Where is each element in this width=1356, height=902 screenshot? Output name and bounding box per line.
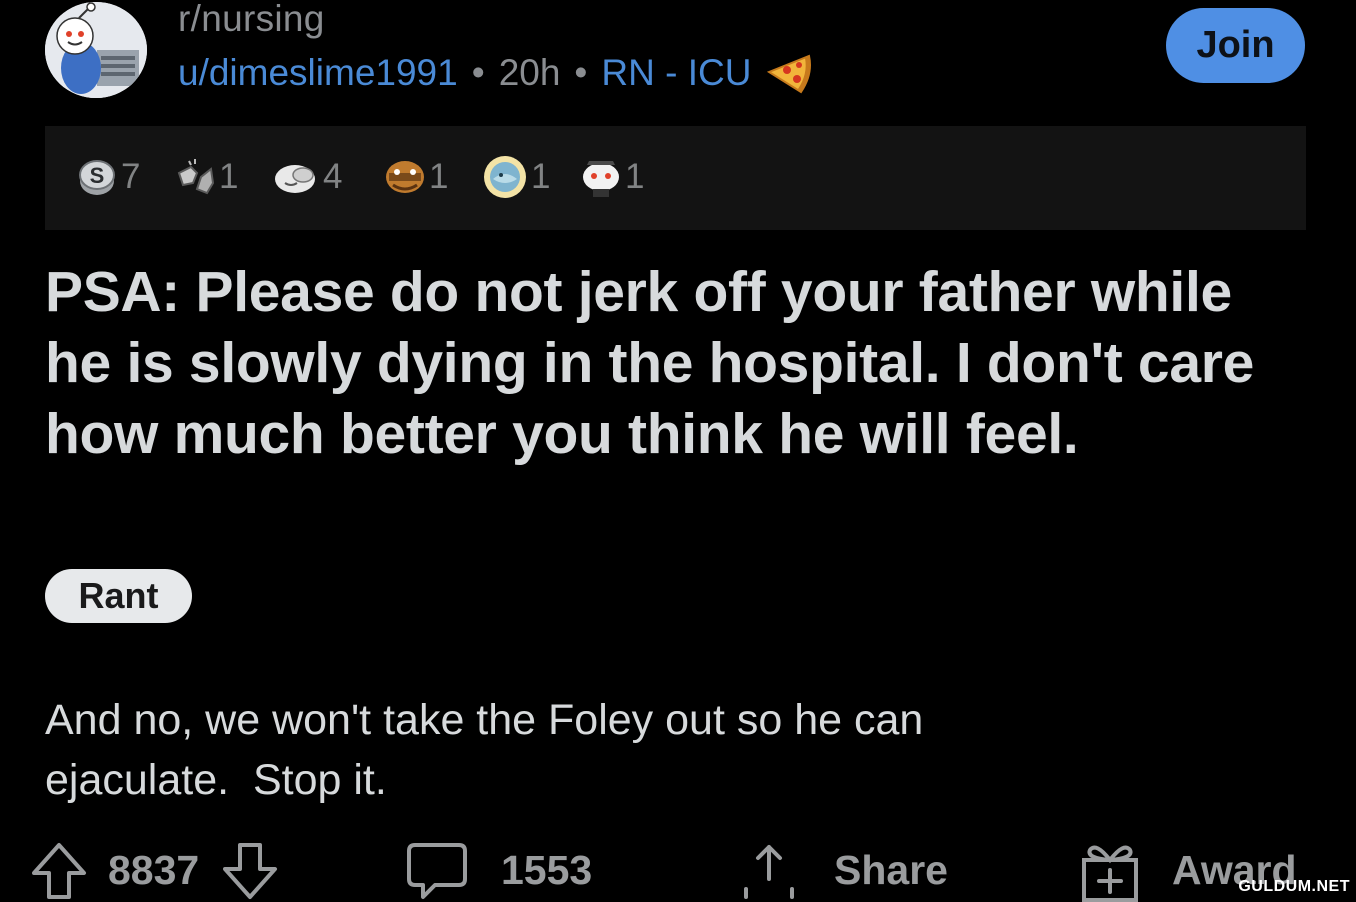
facepalm-icon (275, 165, 315, 193)
sun-face-icon (484, 156, 526, 198)
meta-separator: • (471, 52, 485, 93)
upvote-arrow-icon[interactable] (28, 839, 90, 901)
fist-bump-icon (177, 159, 215, 195)
upvote-count: 8837 (108, 846, 200, 893)
award-count: 1 (625, 157, 645, 196)
post-body-line: ejaculate. Stop it. (45, 756, 387, 804)
share-button[interactable]: Share (740, 838, 948, 902)
subreddit-name[interactable]: r/nursing (178, 0, 325, 40)
post-meta: u/dimeslime1991 • 20h • RN - ICU (178, 52, 813, 94)
award-sun[interactable]: 1 (481, 152, 550, 202)
share-label: Share (834, 846, 948, 893)
award-silver[interactable]: S 7 (75, 152, 140, 202)
post-body-line: And no, we won't take the Foley out so h… (45, 696, 924, 744)
post-title[interactable]: PSA: Please do not jerk off your father … (45, 257, 1285, 470)
post-time: 20h (498, 52, 561, 93)
awards-bar[interactable]: S 7 1 4 1 1 1 (45, 126, 1306, 230)
post-body: And no, we won't take the Foley out so h… (45, 690, 1285, 810)
author-username[interactable]: u/dimeslime1991 (178, 52, 458, 94)
watermark: GULDUM.NET (1238, 878, 1350, 895)
award-snoo[interactable]: 1 (579, 152, 644, 202)
user-flair: RN - ICU (601, 52, 752, 93)
svg-text:S: S (90, 163, 105, 188)
post-flair[interactable]: Rant (45, 569, 192, 623)
snoo-avatar-icon (45, 2, 147, 98)
award-fist-bump[interactable]: 1 (173, 152, 238, 202)
award-count: 1 (219, 157, 239, 196)
snoo-award-icon (583, 161, 619, 197)
award-mask[interactable]: 1 (383, 152, 448, 202)
vote-bar: 8837 (28, 838, 281, 902)
award-count: 1 (531, 157, 551, 196)
award-count: 7 (121, 157, 141, 196)
award-count: 1 (429, 157, 449, 196)
join-button[interactable]: Join (1166, 8, 1305, 83)
silver-coin-icon: S (79, 160, 115, 195)
meta-separator: • (574, 52, 588, 93)
award-facepalm[interactable]: 4 (273, 152, 342, 202)
comment-icon (407, 843, 467, 899)
avatar[interactable] (45, 2, 147, 98)
comment-count: 1553 (501, 846, 593, 893)
comments-button[interactable]: 1553 (405, 838, 592, 902)
downvote-arrow-icon[interactable] (219, 839, 281, 901)
gift-icon (1082, 845, 1138, 902)
share-icon (744, 845, 794, 899)
pizza-icon (767, 54, 812, 94)
face-with-mask-icon (386, 161, 424, 193)
award-count: 4 (323, 157, 343, 196)
